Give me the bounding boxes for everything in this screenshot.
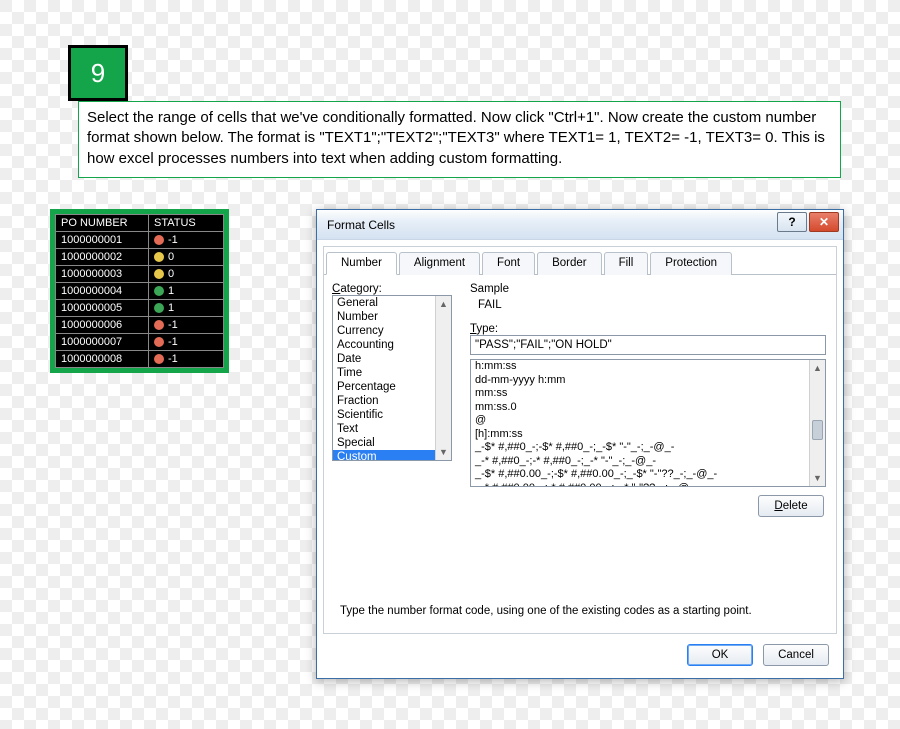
table-row[interactable]: 1000000008-1: [56, 351, 224, 368]
format-item[interactable]: @: [471, 414, 825, 428]
tab-alignment[interactable]: Alignment: [399, 252, 480, 275]
table-row[interactable]: 1000000001-1: [56, 232, 224, 249]
cell-status: -1: [149, 232, 224, 249]
dialog-tabs: NumberAlignmentFontBorderFillProtection: [324, 251, 836, 275]
cell-po-number: 1000000002: [56, 249, 149, 266]
status-table-container: PO NUMBER STATUS 1000000001-110000000020…: [50, 209, 229, 373]
cell-po-number: 1000000001: [56, 232, 149, 249]
category-item[interactable]: Special: [333, 436, 451, 450]
tab-number[interactable]: Number: [326, 252, 397, 275]
cell-po-number: 1000000007: [56, 334, 149, 351]
sample-label: Sample: [470, 283, 828, 295]
category-item[interactable]: Custom: [333, 450, 451, 461]
cell-status: 0: [149, 249, 224, 266]
status-dot-icon: [154, 235, 164, 245]
status-dot-icon: [154, 354, 164, 364]
dialog-body: NumberAlignmentFontBorderFillProtection …: [323, 246, 837, 634]
type-label: Type:: [470, 323, 828, 335]
cell-status: -1: [149, 351, 224, 368]
table-row[interactable]: 10000000041: [56, 283, 224, 300]
format-cells-dialog: Format Cells ? ✕ NumberAlignmentFontBord…: [316, 209, 844, 679]
status-table: PO NUMBER STATUS 1000000001-110000000020…: [55, 214, 224, 368]
format-scrollbar[interactable]: ▲ ▼: [809, 360, 825, 486]
instruction-text: Select the range of cells that we've con…: [78, 101, 841, 178]
col-po-number: PO NUMBER: [56, 215, 149, 232]
right-pane: Sample FAIL Type: h:mm:ssdd-mm-yyyy h:mm…: [470, 283, 828, 517]
ok-button[interactable]: OK: [687, 644, 753, 666]
cell-status: -1: [149, 317, 224, 334]
category-item[interactable]: Scientific: [333, 408, 451, 422]
close-button[interactable]: ✕: [809, 212, 839, 232]
format-item[interactable]: mm:ss: [471, 387, 825, 401]
cell-status: 1: [149, 283, 224, 300]
step-badge: 9: [68, 45, 128, 101]
help-button[interactable]: ?: [777, 212, 807, 232]
format-item[interactable]: mm:ss.0: [471, 401, 825, 415]
cell-po-number: 1000000006: [56, 317, 149, 334]
format-listbox[interactable]: h:mm:ssdd-mm-yyyy h:mmmm:ssmm:ss.0@[h]:m…: [470, 359, 826, 487]
scroll-thumb[interactable]: [812, 420, 823, 440]
format-item[interactable]: _-* #,##0_-;-* #,##0_-;_-* "-"_-;_-@_-: [471, 455, 825, 469]
scroll-down-icon[interactable]: ▼: [810, 470, 825, 486]
delete-button[interactable]: Delete: [758, 495, 824, 517]
col-status: STATUS: [149, 215, 224, 232]
table-row[interactable]: 1000000006-1: [56, 317, 224, 334]
help-icon: ?: [788, 216, 795, 228]
category-item[interactable]: Number: [333, 310, 451, 324]
category-item[interactable]: Fraction: [333, 394, 451, 408]
tab-border[interactable]: Border: [537, 252, 602, 275]
cell-status: -1: [149, 334, 224, 351]
delete-label-rest: elete: [783, 500, 808, 512]
dialog-titlebar[interactable]: Format Cells ? ✕: [317, 210, 843, 240]
tab-fill[interactable]: Fill: [604, 252, 649, 275]
close-icon: ✕: [819, 216, 829, 228]
category-scrollbar[interactable]: ▲ ▼: [435, 296, 451, 460]
category-listbox[interactable]: GeneralNumberCurrencyAccountingDateTimeP…: [332, 295, 452, 461]
category-item[interactable]: Accounting: [333, 338, 451, 352]
category-item[interactable]: Currency: [333, 324, 451, 338]
status-dot-icon: [154, 320, 164, 330]
status-dot-icon: [154, 286, 164, 296]
format-item[interactable]: dd-mm-yyyy h:mm: [471, 374, 825, 388]
table-row[interactable]: 10000000051: [56, 300, 224, 317]
cell-status: 0: [149, 266, 224, 283]
cell-po-number: 1000000003: [56, 266, 149, 283]
dialog-title: Format Cells: [327, 218, 395, 232]
category-item[interactable]: General: [333, 296, 451, 310]
category-item[interactable]: Text: [333, 422, 451, 436]
cell-po-number: 1000000008: [56, 351, 149, 368]
status-dot-icon: [154, 337, 164, 347]
table-row[interactable]: 1000000007-1: [56, 334, 224, 351]
category-item[interactable]: Percentage: [333, 380, 451, 394]
category-item[interactable]: Time: [333, 366, 451, 380]
type-input[interactable]: [470, 335, 826, 355]
format-item[interactable]: _-$* #,##0_-;-$* #,##0_-;_-$* "-"_-;_-@_…: [471, 441, 825, 455]
tab-protection[interactable]: Protection: [650, 252, 732, 275]
tab-font[interactable]: Font: [482, 252, 535, 275]
status-dot-icon: [154, 303, 164, 313]
cell-po-number: 1000000004: [56, 283, 149, 300]
step-number: 9: [91, 58, 105, 89]
status-dot-icon: [154, 252, 164, 262]
scroll-down-icon[interactable]: ▼: [436, 444, 451, 460]
format-item[interactable]: _-$* #,##0.00_-;-$* #,##0.00_-;_-$* "-"?…: [471, 468, 825, 482]
cancel-button[interactable]: Cancel: [763, 644, 829, 666]
cell-po-number: 1000000005: [56, 300, 149, 317]
format-item[interactable]: h:mm:ss: [471, 360, 825, 374]
sample-value: FAIL: [470, 297, 828, 315]
category-item[interactable]: Date: [333, 352, 451, 366]
format-item[interactable]: _-* #,##0.00_-;-* #,##0.00_-;_-* "-"??_-…: [471, 482, 825, 488]
format-item[interactable]: [h]:mm:ss: [471, 428, 825, 442]
table-row[interactable]: 10000000020: [56, 249, 224, 266]
scroll-up-icon[interactable]: ▲: [436, 296, 451, 312]
hint-text: Type the number format code, using one o…: [340, 605, 820, 617]
cell-status: 1: [149, 300, 224, 317]
status-dot-icon: [154, 269, 164, 279]
scroll-up-icon[interactable]: ▲: [810, 360, 825, 376]
table-row[interactable]: 10000000030: [56, 266, 224, 283]
